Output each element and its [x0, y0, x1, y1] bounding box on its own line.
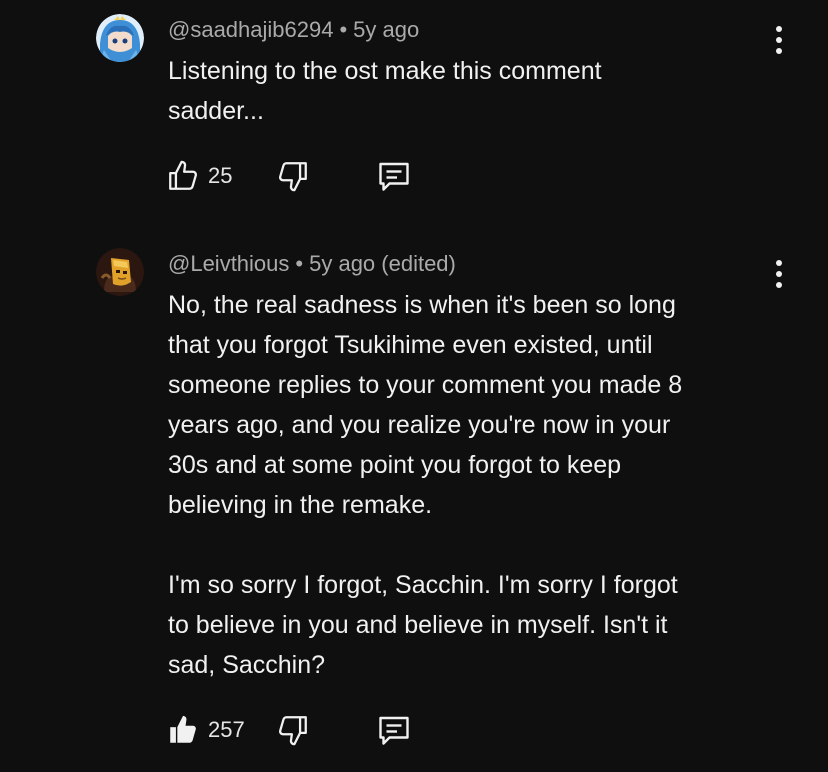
like-button[interactable]: 25: [166, 156, 232, 196]
more-options-icon[interactable]: [768, 256, 790, 292]
dislike-button[interactable]: [276, 156, 310, 196]
author-name[interactable]: @saadhajib6294: [168, 17, 333, 42]
thumbs-down-icon: [278, 162, 307, 192]
dislike-button[interactable]: [276, 710, 310, 750]
more-options-icon[interactable]: [768, 22, 790, 58]
comment-text: No, the real sadness is when it's been s…: [168, 291, 683, 679]
like-count: 25: [208, 163, 233, 188]
reply-icon: [379, 716, 409, 745]
thumbs-up-icon: [169, 160, 198, 190]
comment-actions: 25: [166, 156, 466, 196]
reply-button[interactable]: [376, 156, 412, 196]
comment-text: Listening to the ost make this comment s…: [168, 57, 602, 125]
comment-meta: @saadhajib6294 • 5y ago: [168, 17, 419, 43]
like-button[interactable]: 257: [166, 710, 245, 750]
thumbs-up-filled-icon: [170, 715, 196, 743]
comment-actions: 257: [166, 710, 466, 750]
comment-timestamp[interactable]: 5y ago: [353, 17, 419, 42]
comment-timestamp[interactable]: 5y ago (edited): [309, 251, 456, 276]
mask-avatar-icon: [96, 248, 144, 296]
like-count: 257: [208, 717, 245, 742]
comment-meta: @Leivthious • 5y ago (edited): [168, 251, 456, 277]
thumbs-down-icon: [278, 716, 307, 746]
meta-separator: •: [295, 251, 304, 276]
avatar[interactable]: [96, 14, 144, 62]
reply-icon: [379, 162, 409, 191]
author-name[interactable]: @Leivthious: [168, 251, 289, 276]
reply-button[interactable]: [376, 710, 412, 750]
meta-separator: •: [339, 17, 348, 42]
anime-avatar-icon: [96, 14, 144, 62]
avatar[interactable]: [96, 248, 144, 296]
